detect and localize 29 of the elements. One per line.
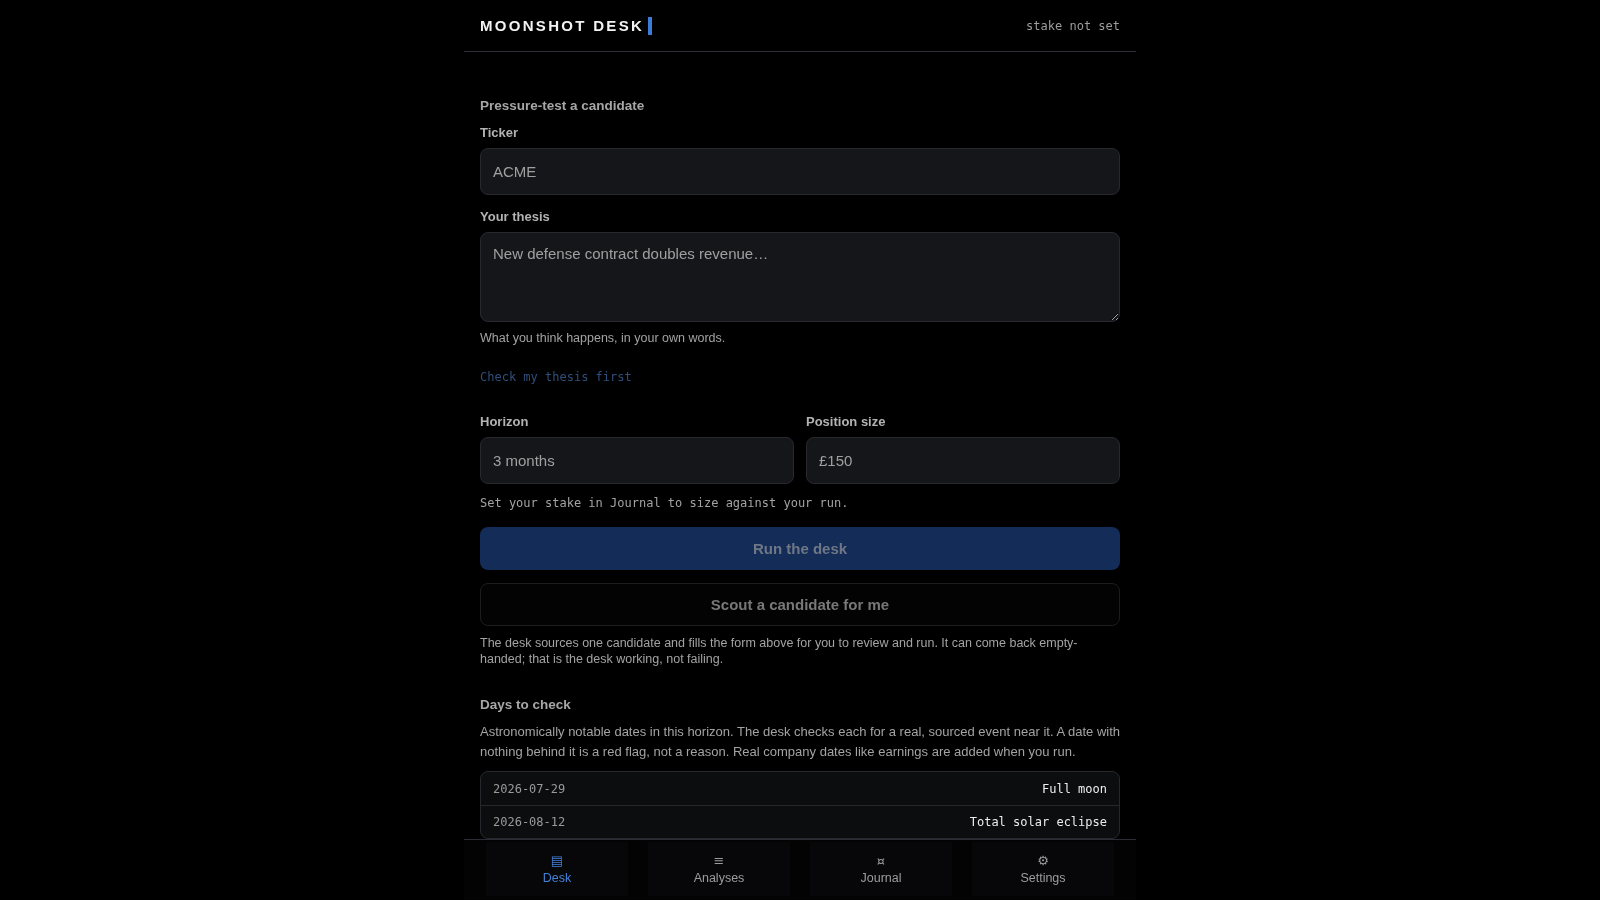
date-cell: 2026-07-29 (493, 781, 566, 796)
nav-tab-icon: ≡ (713, 852, 725, 868)
field-label: Position size (806, 414, 887, 430)
ticker-input[interactable]: ACME (480, 148, 1120, 195)
app-title: MOONSHOT DESK (480, 17, 645, 34)
field-label: Ticker (480, 125, 520, 141)
nav-tab[interactable]: ▤ Desk (486, 842, 628, 896)
thesis-textarea[interactable]: New defense contract doubles revenue… (480, 232, 1120, 322)
section-heading: Pressure-test a candidate (480, 98, 646, 114)
horizon-input[interactable]: 3 months (480, 437, 794, 484)
date-cell: 2026-08-12 (493, 815, 566, 829)
nav-tab[interactable]: ≡ Analyses (648, 842, 790, 896)
nav-tab[interactable]: ¤ Journal (810, 842, 952, 896)
event-cell: Total solar eclipse (969, 815, 1107, 829)
nav-tab-icon: ▤ (550, 852, 564, 868)
field-label: Horizon (480, 414, 530, 430)
position-size-input[interactable]: £150 (806, 437, 1120, 484)
event-cell: Full moon (1041, 781, 1107, 796)
cursor-bar-icon (648, 16, 653, 35)
nav-tab-icon: ¤ (876, 852, 886, 868)
nav-tab-icon: ⚙ (1037, 852, 1049, 868)
days-description: Astronomically notable dates in this horizon. The desk checks each for a real, sourced event near it. A date with nothing behind it is a red flag, not a reason. Real company dates like earnings are added when you run. (480, 723, 1120, 761)
field-label: Your thesis (480, 209, 551, 225)
field-hint: What you think happens, in your own words. (480, 330, 727, 346)
scout-note: The desk sources one candidate and fills the form above for you to review and run. It can come back empty-handed; that is the desk working, not failing. (480, 635, 1079, 667)
nav-tab[interactable]: ⚙ Settings (972, 842, 1114, 896)
stake-status: stake not set (1026, 18, 1120, 33)
stake-hint: Set your stake in Journal to size against your run. (480, 495, 850, 511)
section-heading: Days to check (480, 697, 572, 713)
